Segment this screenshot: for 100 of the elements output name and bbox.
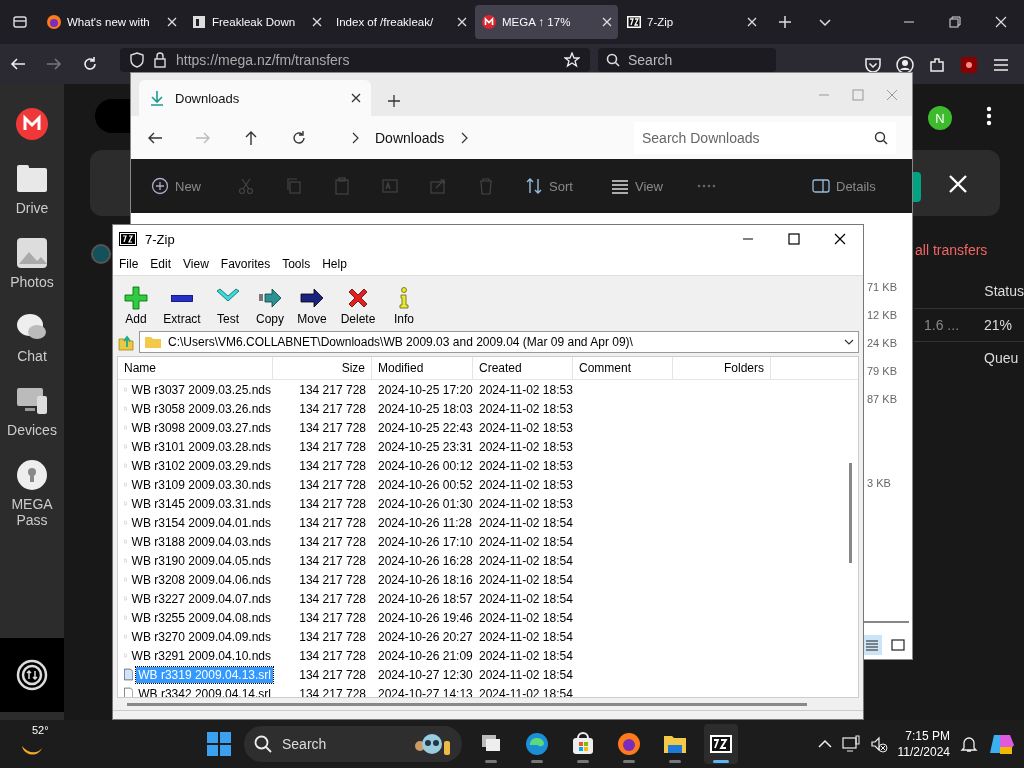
file-name[interactable]: WB r3098 2009.03.27.nds bbox=[129, 419, 273, 436]
breadcrumb[interactable]: Downloads bbox=[375, 129, 445, 146]
nav-label[interactable]: Chat bbox=[4, 348, 60, 364]
toolbar-button[interactable]: Copy bbox=[251, 286, 289, 326]
forward-arrow-icon[interactable] bbox=[46, 56, 62, 72]
table-cell: 21% bbox=[984, 317, 1013, 333]
file-name[interactable]: WB r3188 2009.04.03.nds bbox=[129, 533, 273, 550]
menu-item[interactable]: Help bbox=[316, 257, 353, 271]
file-name[interactable]: WB r3109 2009.03.30.nds bbox=[129, 476, 273, 493]
back-arrow-icon[interactable] bbox=[10, 56, 26, 72]
toolbar-button[interactable]: Move bbox=[293, 286, 331, 326]
file-name[interactable]: WB r3227 2009.04.07.nds bbox=[129, 590, 273, 607]
new-tab-icon[interactable] bbox=[387, 94, 401, 108]
chevron-right-icon[interactable] bbox=[460, 131, 469, 144]
column-header[interactable]: Name bbox=[118, 357, 273, 379]
toolbar-button[interactable]: New bbox=[151, 170, 237, 202]
column-header[interactable]: Created bbox=[473, 357, 573, 379]
clock-time[interactable]: 7:15 PM bbox=[905, 728, 950, 744]
menu-item[interactable]: Edit bbox=[144, 257, 178, 271]
column-header[interactable]: Modified bbox=[372, 357, 473, 379]
restore-icon[interactable] bbox=[949, 16, 961, 28]
download-icon bbox=[149, 90, 165, 106]
scrollbar[interactable] bbox=[861, 621, 909, 623]
file-name[interactable]: WB r3058 2009.03.26.nds bbox=[129, 400, 273, 417]
chevron-right-icon[interactable] bbox=[351, 131, 359, 144]
nav-label[interactable]: Devices bbox=[4, 422, 60, 438]
clipboard-icon[interactable] bbox=[333, 177, 351, 195]
toolbar-button[interactable]: Add bbox=[117, 286, 155, 326]
pocket-icon[interactable] bbox=[864, 56, 882, 74]
more-icon[interactable] bbox=[986, 106, 992, 126]
keyhole-icon[interactable] bbox=[15, 458, 49, 492]
windows-start-icon[interactable] bbox=[206, 731, 232, 757]
toolbar-button[interactable]: Details bbox=[812, 170, 898, 202]
search-field[interactable]: Search bbox=[244, 726, 462, 762]
scrollbar[interactable] bbox=[127, 702, 807, 706]
star-icon[interactable] bbox=[564, 52, 580, 68]
toolbar-button[interactable]: Test bbox=[209, 286, 247, 326]
search-field[interactable]: Search bbox=[598, 48, 776, 72]
file-name[interactable]: WB r3342 2009.04.14.srl bbox=[136, 685, 273, 697]
puzzle-icon[interactable] bbox=[928, 56, 946, 74]
transfer-icon[interactable] bbox=[16, 659, 48, 691]
up-arrow-icon[interactable] bbox=[243, 129, 259, 146]
nav-label[interactable]: Drive bbox=[4, 200, 60, 216]
file-name[interactable]: WB r3101 2009.03.28.nds bbox=[129, 438, 273, 455]
file-name[interactable]: WB r3037 2009.03.25.nds bbox=[129, 381, 273, 398]
browser-tab[interactable]: Freakleak Down bbox=[185, 5, 328, 39]
menu-item[interactable]: File bbox=[113, 257, 145, 271]
toolbar-button[interactable]: Extract bbox=[159, 287, 205, 326]
clock-date[interactable]: 11/2/2024 bbox=[897, 744, 950, 760]
taskbar-app[interactable] bbox=[704, 724, 738, 764]
column-header[interactable]: Folders bbox=[673, 357, 771, 379]
folder-up-icon[interactable] bbox=[117, 333, 135, 351]
network-icon[interactable] bbox=[841, 735, 860, 753]
file-name[interactable]: WB r3190 2009.04.05.nds bbox=[129, 552, 273, 569]
details-view-icon[interactable] bbox=[865, 638, 879, 652]
browser-tab[interactable]: Index of /freakleak/ bbox=[330, 5, 473, 39]
account-icon[interactable] bbox=[896, 56, 914, 74]
toolbar-button[interactable]: Info bbox=[385, 286, 423, 326]
toolbar-button[interactable]: Delete bbox=[335, 286, 381, 326]
bell-icon[interactable] bbox=[960, 735, 978, 753]
nav-label[interactable]: MEGA Pass bbox=[4, 496, 60, 528]
tab-list-icon[interactable] bbox=[12, 14, 28, 30]
path-field[interactable]: C:\Users\VM6.COLLABNET\Downloads\WB 2009.03 and 2009.04 (Mar 09 and Apr 09)\ bbox=[139, 331, 859, 353]
tiles-view-icon[interactable] bbox=[891, 638, 905, 652]
toolbar-button[interactable]: Sort bbox=[525, 170, 611, 202]
mega-logo-icon[interactable] bbox=[16, 108, 48, 140]
close-icon[interactable] bbox=[351, 93, 361, 103]
browser-tab[interactable]: 7-Zip bbox=[620, 5, 763, 39]
reload-icon[interactable] bbox=[82, 56, 98, 72]
address-bar[interactable]: https://mega.nz/fm/transfers bbox=[120, 48, 590, 72]
upload-icon[interactable] bbox=[91, 244, 111, 264]
browser-tab[interactable]: MEGA ↑ 17% bbox=[475, 5, 618, 39]
toolbar-button[interactable]: View bbox=[611, 170, 697, 202]
browser-tab[interactable]: What's new with bbox=[40, 5, 183, 39]
column-header[interactable]: Comment bbox=[573, 357, 673, 379]
menu-icon[interactable] bbox=[992, 56, 1010, 74]
file-name[interactable]: WB r3255 2009.04.08.nds bbox=[129, 609, 273, 626]
menu-item[interactable]: View bbox=[177, 257, 215, 271]
menu-item[interactable]: Tools bbox=[276, 257, 317, 271]
file-name[interactable]: WB r3154 2009.04.01.nds bbox=[129, 514, 273, 531]
scrollbar[interactable] bbox=[849, 463, 852, 563]
column-header[interactable]: Size bbox=[273, 357, 372, 379]
file-name[interactable]: WB r3102 2009.03.29.nds bbox=[129, 457, 273, 474]
nav-label[interactable]: Photos bbox=[4, 274, 60, 290]
refresh-icon[interactable] bbox=[291, 129, 307, 146]
shield-extension-icon[interactable] bbox=[960, 56, 978, 74]
close-icon[interactable] bbox=[834, 233, 846, 245]
file-name[interactable]: WB r3145 2009.03.31.nds bbox=[129, 495, 273, 512]
action-button[interactable] bbox=[913, 172, 921, 202]
maximize-icon[interactable] bbox=[788, 233, 800, 245]
muted-speaker-icon[interactable] bbox=[869, 735, 888, 753]
file-name[interactable]: WB r3208 2009.04.06.nds bbox=[129, 571, 273, 588]
image-icon[interactable] bbox=[15, 236, 49, 270]
file-name[interactable]: WB r3270 2009.04.09.nds bbox=[129, 628, 273, 645]
explorer-tab[interactable]: Downloads bbox=[139, 80, 371, 116]
menu-item[interactable]: Favorites bbox=[214, 257, 277, 271]
link[interactable]: all transfers bbox=[915, 242, 988, 258]
chevron-up-icon[interactable] bbox=[817, 739, 832, 749]
search-field[interactable]: Search Downloads bbox=[634, 121, 896, 154]
file-name[interactable]: WB r3291 2009.04.10.nds bbox=[129, 647, 273, 664]
